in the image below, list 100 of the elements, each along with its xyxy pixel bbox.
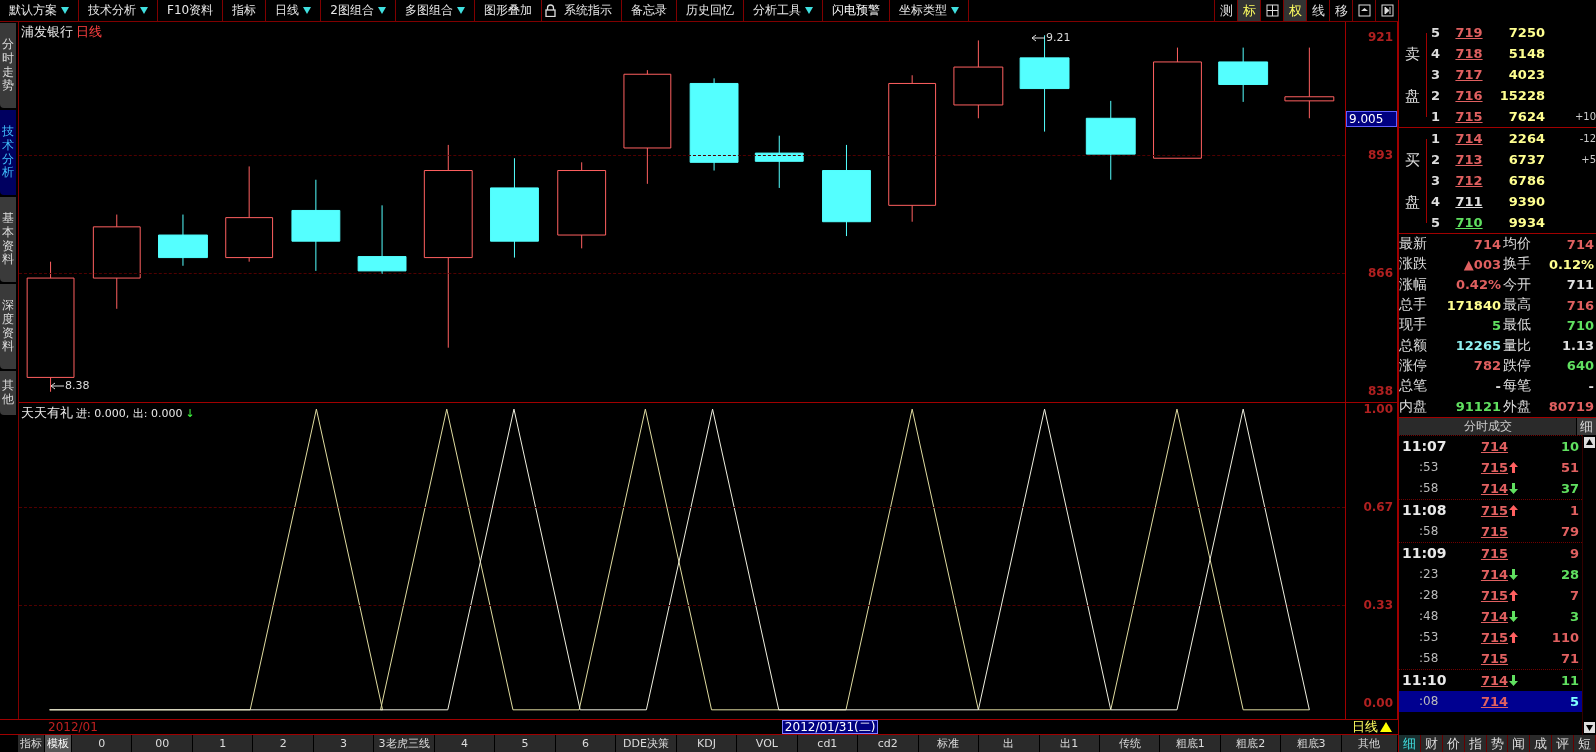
trade-row[interactable]: :08 714 5 [1399, 690, 1582, 712]
trade-row[interactable]: 11:10 714 11 [1399, 668, 1582, 691]
toolbar-button[interactable]: 系统指示 [541, 0, 622, 21]
toolbar-button[interactable]: 默认方案 [0, 0, 79, 21]
bid-price: 712 [1454, 173, 1484, 188]
trade-row[interactable]: :58 714 37 [1399, 477, 1582, 499]
tool-button[interactable]: 标 [1237, 0, 1260, 21]
quote-value: - [1587, 378, 1595, 394]
quote-value: 714 [1472, 236, 1502, 252]
side-tab[interactable]: 基本资料 [0, 197, 16, 282]
bottom-tab[interactable]: 5 [495, 735, 556, 752]
trade-row[interactable]: 11:09 715 9 [1399, 541, 1582, 564]
stock-name: 浦发银行 [21, 23, 73, 41]
trade-row[interactable]: :53 715 51 [1399, 456, 1582, 478]
panel-tab[interactable]: 价 [1442, 735, 1465, 752]
panel-tab[interactable]: 势 [1486, 735, 1509, 752]
bid-price: 717 [1454, 67, 1484, 82]
trade-volume: 7 [1568, 587, 1580, 603]
toolbar-button[interactable]: 坐标类型 [889, 0, 969, 21]
dropdown-icon [377, 7, 386, 14]
bottom-tab[interactable]: 3老虎三线 [374, 735, 435, 752]
arrow-icon [50, 381, 64, 390]
panel-tab[interactable]: 闻 [1508, 735, 1531, 752]
down-arrow-icon [1509, 568, 1519, 580]
toolbar-button[interactable]: 2图组合 [321, 0, 396, 21]
toolbar-button[interactable]: 多图组合 [395, 0, 475, 21]
panel-tab[interactable]: 短 [1574, 735, 1596, 752]
bottom-tab[interactable]: 0 [72, 735, 133, 752]
side-tab[interactable]: 分时走势 [0, 23, 16, 108]
bottom-tab[interactable]: 4 [434, 735, 496, 752]
volume-change: +5 [1581, 154, 1596, 165]
bid-price: 710 [1454, 215, 1484, 230]
tool-button[interactable]: 权 [1283, 0, 1306, 21]
bottom-tab[interactable]: 标准 [918, 735, 980, 752]
side-tab[interactable]: 技术分析 [0, 110, 16, 195]
panel-tab[interactable]: 指 [1464, 735, 1487, 752]
quote-value: 5 [1490, 317, 1502, 333]
trade-row[interactable]: 11:07 714 10 [1399, 434, 1582, 457]
bottom-tab[interactable]: 粗底2 [1220, 735, 1282, 752]
bottom-tab[interactable]: KDJ [676, 735, 738, 752]
bottom-tab[interactable]: 1 [192, 735, 254, 752]
trade-time: :53 [1418, 630, 1440, 645]
bottom-tab[interactable]: DDE决策 [616, 735, 677, 752]
toolbar-button[interactable]: 指标 [223, 0, 267, 21]
bottom-tab[interactable]: 粗底3 [1281, 735, 1342, 752]
trade-row[interactable]: :53 715 110 [1399, 626, 1582, 648]
bottom-tab[interactable]: 粗底1 [1160, 735, 1221, 752]
panel-tab[interactable]: 细 [1399, 735, 1421, 752]
toolbar-button[interactable]: 图形叠加 [474, 0, 542, 21]
trade-row[interactable]: :23 714 28 [1399, 563, 1582, 585]
trade-row[interactable]: :58 715 71 [1399, 647, 1582, 669]
period-label: 日线 [76, 23, 102, 41]
toolbar-button[interactable]: F10资料 [158, 0, 224, 21]
tool-button[interactable]: 移 [1329, 0, 1352, 21]
trade-row[interactable]: 11:08 715 1 [1399, 498, 1582, 521]
scroll-up-icon[interactable] [1584, 436, 1595, 448]
scroll-down-icon[interactable] [1584, 722, 1595, 733]
bottom-tab[interactable]: 6 [555, 735, 617, 752]
lock-icon [544, 4, 556, 17]
quote-value: 782 [1472, 358, 1502, 374]
panel-tab[interactable]: 财 [1420, 735, 1443, 752]
toolbar-button[interactable]: 备忘录 [621, 0, 677, 21]
trade-row[interactable]: :28 715 7 [1399, 584, 1582, 606]
side-tab[interactable]: 深度资料 [0, 284, 16, 369]
bottom-tab[interactable]: 2 [253, 735, 314, 752]
bottom-tab[interactable]: 模板 [45, 735, 72, 752]
level-number: 5 [1430, 25, 1442, 40]
trade-row[interactable]: :48 714 3 [1399, 605, 1582, 627]
bottom-tab[interactable]: 出1 [1039, 735, 1100, 752]
panel-tab[interactable]: 成 [1530, 735, 1553, 752]
bottom-tab[interactable]: 00 [132, 735, 193, 752]
bottom-tab[interactable]: 其他 [1341, 735, 1398, 752]
bottom-tab[interactable]: cd1 [797, 735, 859, 752]
bottom-tab[interactable]: 3 [313, 735, 375, 752]
panel-tab[interactable]: 评 [1552, 735, 1575, 752]
tool-button[interactable]: 线 [1306, 0, 1329, 21]
bottom-tab[interactable]: 出 [979, 735, 1040, 752]
bottom-tab[interactable]: cd2 [858, 735, 919, 752]
toolbar-button[interactable]: 历史回忆 [676, 0, 744, 21]
bid-price: 715 [1454, 109, 1484, 124]
trade-price: 714 [1480, 566, 1509, 582]
axis-label: 838 [1367, 383, 1393, 398]
bottom-tab[interactable]: 传统 [1099, 735, 1161, 752]
toolbar-button[interactable]: 闪电预警 [822, 0, 890, 21]
trade-row[interactable]: :58 715 79 [1399, 520, 1582, 542]
bottom-tab[interactable]: VOL [737, 735, 798, 752]
trade-volume: 110 [1550, 629, 1580, 645]
toolbar-button[interactable]: 技术分析 [79, 0, 158, 21]
quote-label: 量比 [1503, 336, 1532, 355]
scrollbar[interactable] [1582, 434, 1596, 735]
toolbar-button[interactable]: 日线 [266, 0, 322, 21]
bottom-tab[interactable]: 指标 [18, 735, 45, 752]
level-number: 1 [1430, 131, 1442, 146]
quote-value: 0.42% [1454, 277, 1502, 293]
trade-time: :28 [1418, 588, 1440, 603]
current-price-tag: 9.005 [1346, 111, 1397, 128]
toolbar-button[interactable]: 分析工具 [743, 0, 823, 21]
trade-price: 714 [1480, 672, 1509, 688]
quote-label: 总手 [1399, 296, 1428, 315]
side-tab[interactable]: 其他 [0, 371, 16, 415]
